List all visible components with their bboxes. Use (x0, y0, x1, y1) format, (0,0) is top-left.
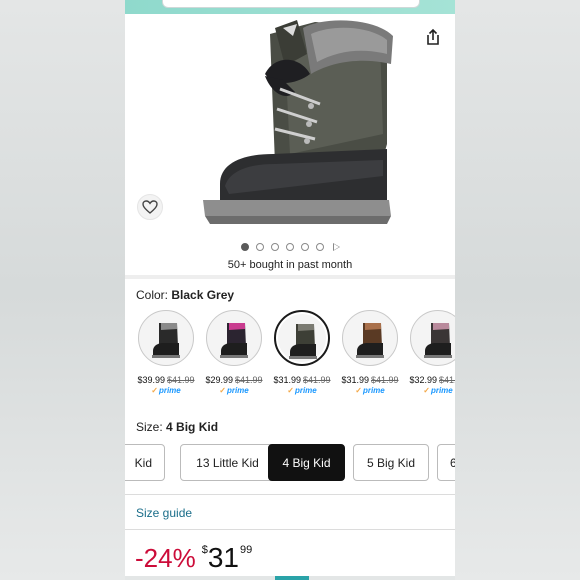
size-options: Kid 13 Little Kid 4 Big Kid 5 Big Kid 6 (125, 444, 455, 482)
search-input[interactable] (162, 0, 420, 8)
prime-check-icon: ✓ (219, 386, 226, 395)
divider (125, 529, 455, 530)
swatch-price-old: $41.99 (167, 375, 195, 385)
carousel-dot[interactable] (270, 243, 279, 251)
prime-check-icon: ✓ (423, 386, 430, 395)
wishlist-button[interactable] (137, 194, 163, 220)
swatch-price-current: $39.99 (137, 375, 165, 385)
swatch-image (410, 310, 455, 366)
swatch-image (138, 310, 194, 366)
prime-badge: ✓prime (405, 386, 455, 395)
boot-thumbnail (152, 323, 180, 358)
prime-badge: ✓prime (201, 386, 267, 395)
prime-label: prime (362, 386, 385, 395)
swatch-price: $31.99 $41.99 (337, 375, 403, 385)
divider (125, 494, 455, 495)
section-divider (125, 275, 455, 279)
carousel-dot[interactable] (315, 243, 324, 251)
swatch-price-current: $32.99 (409, 375, 437, 385)
size-guide-link[interactable]: Size guide (136, 506, 192, 520)
product-image (203, 20, 393, 224)
share-icon (427, 28, 439, 45)
size-selector-label: Size: 4 Big Kid (136, 420, 218, 434)
boot-thumbnail (424, 323, 452, 358)
carousel-dot[interactable] (240, 243, 249, 251)
swatch-image (274, 310, 330, 366)
prime-label: prime (158, 386, 181, 395)
discount-percent: -24% (135, 543, 196, 573)
size-option-button[interactable]: 6 (437, 444, 455, 481)
swatch-image (342, 310, 398, 366)
swatch-price-old: $41.99 (303, 375, 331, 385)
color-swatch[interactable]: $31.99 $41.99 ✓prime (269, 310, 335, 398)
color-swatch[interactable]: $39.99 $41.99 ✓prime (133, 310, 199, 398)
prime-badge: ✓prime (337, 386, 403, 395)
boot-thumbnail (289, 324, 317, 359)
swatch-price-current: $31.99 (273, 375, 301, 385)
prime-check-icon: ✓ (151, 386, 158, 395)
background-right (455, 0, 580, 580)
size-selected-value: 4 Big Kid (166, 420, 219, 434)
prime-check-icon: ✓ (355, 386, 362, 395)
product-page: 50+ bought in past month Color: Black Gr… (125, 0, 455, 580)
color-swatch[interactable]: $31.99 $41.99 ✓prime (337, 310, 403, 398)
carousel-dot[interactable] (255, 243, 264, 251)
color-swatches: $39.99 $41.99 ✓prime $29.99 $41.99 ✓prime $31.… (125, 310, 455, 400)
color-swatch[interactable]: $29.99 $41.99 ✓prime (201, 310, 267, 398)
prime-badge: ✓prime (269, 386, 335, 395)
color-swatch[interactable]: $32.99$41.99✓prime (405, 310, 455, 398)
heart-icon (142, 200, 158, 214)
carousel-dot[interactable] (300, 243, 309, 251)
prime-label: prime (430, 386, 453, 395)
size-option-button[interactable]: 5 Big Kid (353, 444, 429, 481)
size-option-button[interactable]: Kid (125, 444, 165, 481)
boot-thumbnail (356, 323, 384, 358)
swatch-price-current: $31.99 (341, 375, 369, 385)
size-option-button[interactable]: 4 Big Kid (268, 444, 345, 481)
swatch-price: $39.99 $41.99 (133, 375, 199, 385)
product-image-carousel[interactable] (125, 14, 455, 236)
carousel-dot[interactable] (285, 243, 294, 251)
play-icon[interactable] (332, 243, 340, 251)
price-block: -24% $ 31 99 (135, 540, 252, 576)
bottom-indicator (275, 576, 309, 580)
bought-count: 50+ bought in past month (227, 259, 353, 271)
price-fraction: 99 (239, 544, 253, 556)
background-left (0, 0, 125, 580)
price-whole: 31 (207, 542, 239, 573)
carousel-indicators (125, 241, 455, 253)
color-selected-value: Black Grey (171, 288, 235, 302)
swatch-price-old: $41.99 (371, 375, 399, 385)
prime-check-icon: ✓ (287, 386, 294, 395)
swatch-image (206, 310, 262, 366)
size-label: Size: (136, 420, 163, 434)
swatch-price-current: $29.99 (205, 375, 233, 385)
size-option-button[interactable]: 13 Little Kid (180, 444, 275, 481)
color-label: Color: (136, 288, 169, 302)
prime-label: prime (294, 386, 317, 395)
color-selector-label: Color: Black Grey (136, 288, 234, 302)
share-button[interactable] (425, 28, 441, 46)
swatch-price: $29.99 $41.99 (201, 375, 267, 385)
swatch-price: $32.99$41.99 (405, 375, 455, 385)
header-bar (125, 0, 455, 14)
prime-badge: ✓prime (133, 386, 199, 395)
swatch-price-old: $41.99 (235, 375, 263, 385)
prime-label: prime (226, 386, 249, 395)
swatch-price-old: $41.99 (439, 375, 455, 385)
swatch-price: $31.99 $41.99 (269, 375, 335, 385)
boot-thumbnail (220, 323, 248, 358)
